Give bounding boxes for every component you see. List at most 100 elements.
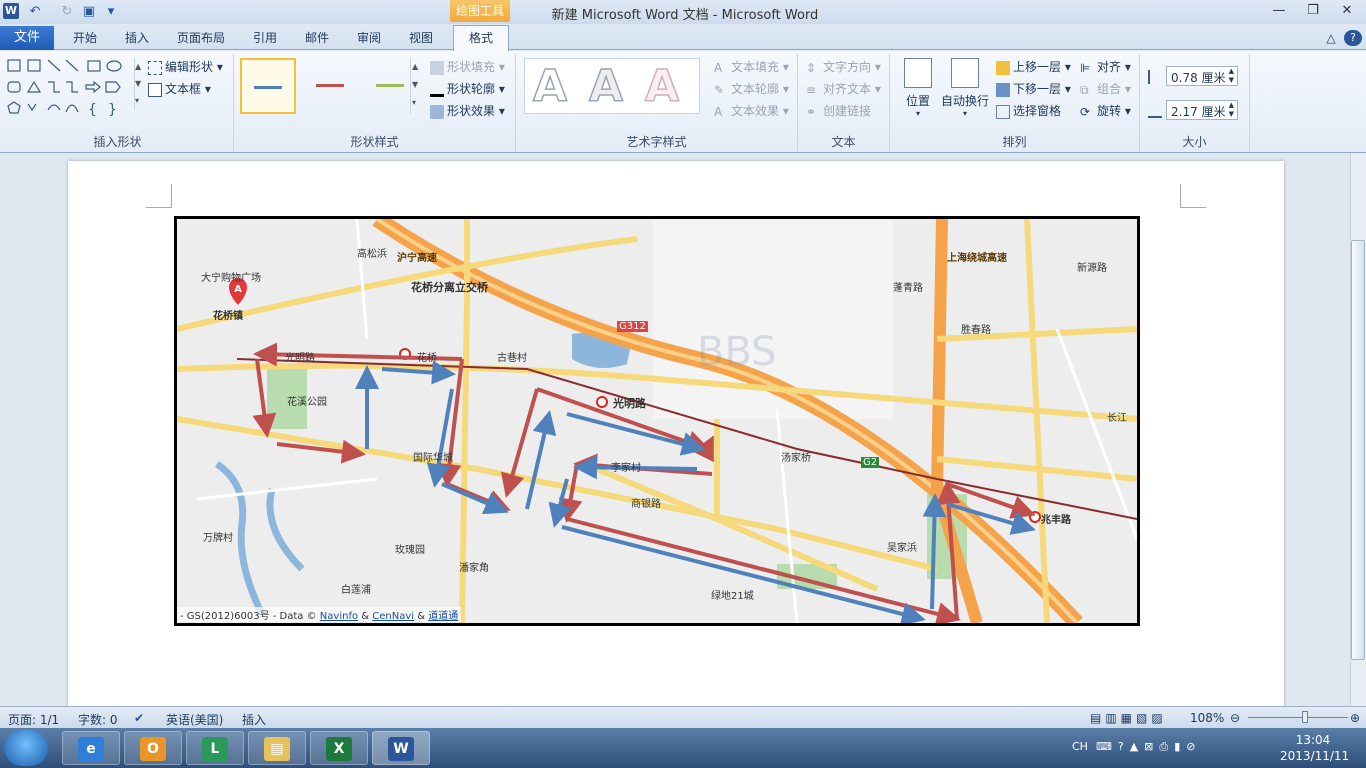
taskbar-excel[interactable]: X — [310, 731, 368, 765]
shape-effects-button[interactable]: 形状效果 ▾ — [430, 102, 505, 119]
text-effects-icon: A — [714, 104, 723, 119]
align-icon: ⊫ — [1080, 60, 1091, 75]
shape-style-blue[interactable] — [240, 58, 296, 114]
system-clock[interactable]: 13:04 2013/11/11 — [1280, 732, 1349, 764]
tab-mailings[interactable]: 邮件 — [294, 28, 340, 48]
map-label-huaqiao-station: 花桥 — [417, 353, 437, 364]
svg-text:{: { — [88, 102, 97, 118]
zoom-in-icon[interactable]: ⊕ — [1350, 711, 1360, 725]
position-icon — [904, 58, 932, 88]
taskbar-outlook[interactable]: O — [124, 731, 182, 765]
text-direction-button[interactable]: ⇕ 文字方向 ▾ — [806, 58, 881, 75]
ribbon-collapse-icon[interactable]: △ — [1322, 28, 1340, 48]
text-outline-button[interactable]: ✎ 文本轮廓 ▾ — [714, 80, 789, 97]
send-backward-button[interactable]: 下移一层 ▾ — [996, 80, 1071, 97]
group-button[interactable]: ⧉ 组合 ▾ — [1080, 80, 1131, 97]
map-label-meigui: 玫瑰园 — [395, 545, 425, 556]
wordart-style-3[interactable]: A — [644, 60, 680, 113]
start-button-icon[interactable] — [4, 730, 48, 766]
folder-icon: ▤ — [264, 737, 290, 761]
minimize-button[interactable]: — — [1262, 0, 1296, 22]
zoom-out-icon[interactable]: ⊖ — [1230, 711, 1240, 725]
tab-review[interactable]: 审阅 — [346, 28, 392, 48]
word-logo-icon[interactable]: W — [3, 3, 19, 19]
zoom-slider-thumb[interactable] — [1302, 711, 1308, 723]
taskbar-lync[interactable]: L — [186, 731, 244, 765]
group-wordart-styles: A A A A 文本填充 ▾ ✎ 文本轮廓 ▾ A 文本效果 ▾ 艺术字样式 — [516, 54, 798, 152]
zoom-level[interactable]: 108% — [1190, 711, 1224, 725]
create-link-button[interactable]: ⚭ 创建链接 — [806, 102, 871, 119]
scrollbar-thumb[interactable] — [1351, 240, 1365, 660]
group-label-text: 文本 — [831, 135, 856, 149]
svg-text:}: } — [108, 102, 117, 118]
taskbar-explorer[interactable]: ▤ — [248, 731, 306, 765]
map-image[interactable]: A 大宁购物广场 花桥镇 高松浜 花桥分离立交桥 花桥 光明路 古巷村 花溪公园… — [174, 216, 1140, 626]
tab-home[interactable]: 开始 — [62, 28, 108, 48]
status-page[interactable]: 页面: 1/1 — [8, 711, 59, 728]
shape-effects-icon — [430, 104, 444, 119]
wrap-text-button[interactable]: 自动换行 ▾ — [940, 58, 990, 124]
position-button[interactable]: 位置 ▾ — [898, 58, 938, 124]
map-label-ring-expressway: 上海绕城高速 — [947, 253, 1007, 264]
edit-shape-icon — [148, 60, 162, 75]
close-button[interactable]: ✕ — [1330, 0, 1364, 22]
group-icon: ⧉ — [1080, 82, 1089, 97]
text-effects-button[interactable]: A 文本效果 ▾ — [714, 102, 789, 119]
status-language[interactable]: 英语(美国) — [166, 711, 223, 728]
route-arrow-blue — [561, 525, 926, 623]
group-shape-styles: ▲ ▼ ▾ 形状填充 ▾ 形状轮廓 ▾ 形状效果 ▾ 形状样式 — [234, 54, 516, 152]
quick-access-more-icon[interactable]: ▾ — [102, 3, 120, 21]
zoom-slider[interactable] — [1248, 717, 1348, 718]
align-button[interactable]: ⊫ 对齐 ▾ — [1080, 58, 1131, 75]
text-box-button[interactable]: 文本框 ▾ — [148, 80, 211, 97]
rotate-button[interactable]: ⟳ 旋转 ▾ — [1080, 102, 1131, 119]
ime-indicator[interactable]: CH — [1072, 740, 1088, 753]
map-label-g312: G312 — [617, 321, 648, 332]
shape-width-input[interactable]: 2.17 厘米 ▲ ▼ — [1166, 100, 1238, 120]
view-buttons-icon[interactable]: ▤▥▦▧▨ — [1090, 711, 1167, 725]
align-text-button[interactable]: ≡ 对齐文本 ▾ — [806, 80, 881, 97]
shape-style-red[interactable] — [304, 58, 360, 114]
tab-page-layout[interactable]: 页面布局 — [168, 28, 234, 48]
text-fill-button[interactable]: A 文本填充 ▾ — [714, 58, 789, 75]
link-navinfo[interactable]: Navinfo — [320, 611, 358, 622]
taskbar-ie[interactable]: e — [62, 731, 120, 765]
route-arrow-red — [566, 517, 961, 623]
tray-icons[interactable]: ⌨?▲⊠⎙▮⊘ — [1096, 740, 1201, 754]
map-label-shangyin: 商银路 — [631, 499, 661, 510]
shape-outline-button[interactable]: 形状轮廓 ▾ — [430, 80, 505, 97]
undo-icon[interactable]: ↶ — [26, 3, 44, 21]
edit-shape-button[interactable]: 编辑形状 ▾ — [148, 58, 223, 75]
tab-insert[interactable]: 插入 — [114, 28, 160, 48]
help-icon[interactable]: ? — [1344, 30, 1362, 46]
tab-file[interactable]: 文件 — [0, 26, 54, 50]
group-insert-shape: {} ▲ ▼ ▾ 编辑形状 ▾ 文本框 ▾ 插入形状 — [2, 54, 234, 152]
tab-format[interactable]: 格式 — [453, 25, 509, 51]
status-insert-mode[interactable]: 插入 — [242, 711, 266, 728]
wordart-gallery[interactable]: A A A — [524, 58, 700, 114]
shape-height-input[interactable]: 0.78 厘米 ▲ ▼ — [1166, 66, 1238, 86]
bring-forward-button[interactable]: 上移一层 ▾ — [996, 58, 1071, 75]
link-cennavi[interactable]: CenNavi — [372, 611, 414, 622]
margin-corner-left — [146, 184, 172, 208]
send-backward-icon — [996, 82, 1010, 97]
excel-icon: X — [326, 737, 352, 761]
taskbar-word[interactable]: W — [372, 731, 430, 765]
map-label-baiya: 白莲浦 — [341, 585, 371, 596]
selection-pane-button[interactable]: 选择窗格 — [996, 102, 1061, 119]
tab-references[interactable]: 引用 — [242, 28, 288, 48]
map-label-wujia: 吴家浜 — [887, 543, 917, 554]
proofing-icon[interactable]: ✔ — [134, 711, 144, 725]
tab-view[interactable]: 视图 — [398, 28, 444, 48]
link-daodaotong[interactable]: 道道通 — [428, 611, 458, 622]
status-word-count[interactable]: 字数: 0 — [78, 711, 118, 728]
restore-button[interactable]: ❐ — [1296, 0, 1330, 22]
redo-icon[interactable]: ↻ — [58, 3, 76, 21]
shape-fill-button[interactable]: 形状填充 ▾ — [430, 58, 505, 75]
word-icon: W — [388, 737, 414, 761]
shape-gallery[interactable]: {} — [6, 58, 132, 118]
wordart-style-1[interactable]: A — [532, 60, 568, 113]
wordart-style-2[interactable]: A — [588, 60, 624, 113]
map-label-interchange: 花桥分离立交桥 — [411, 281, 488, 294]
save-icon[interactable]: ▣ — [80, 3, 98, 21]
